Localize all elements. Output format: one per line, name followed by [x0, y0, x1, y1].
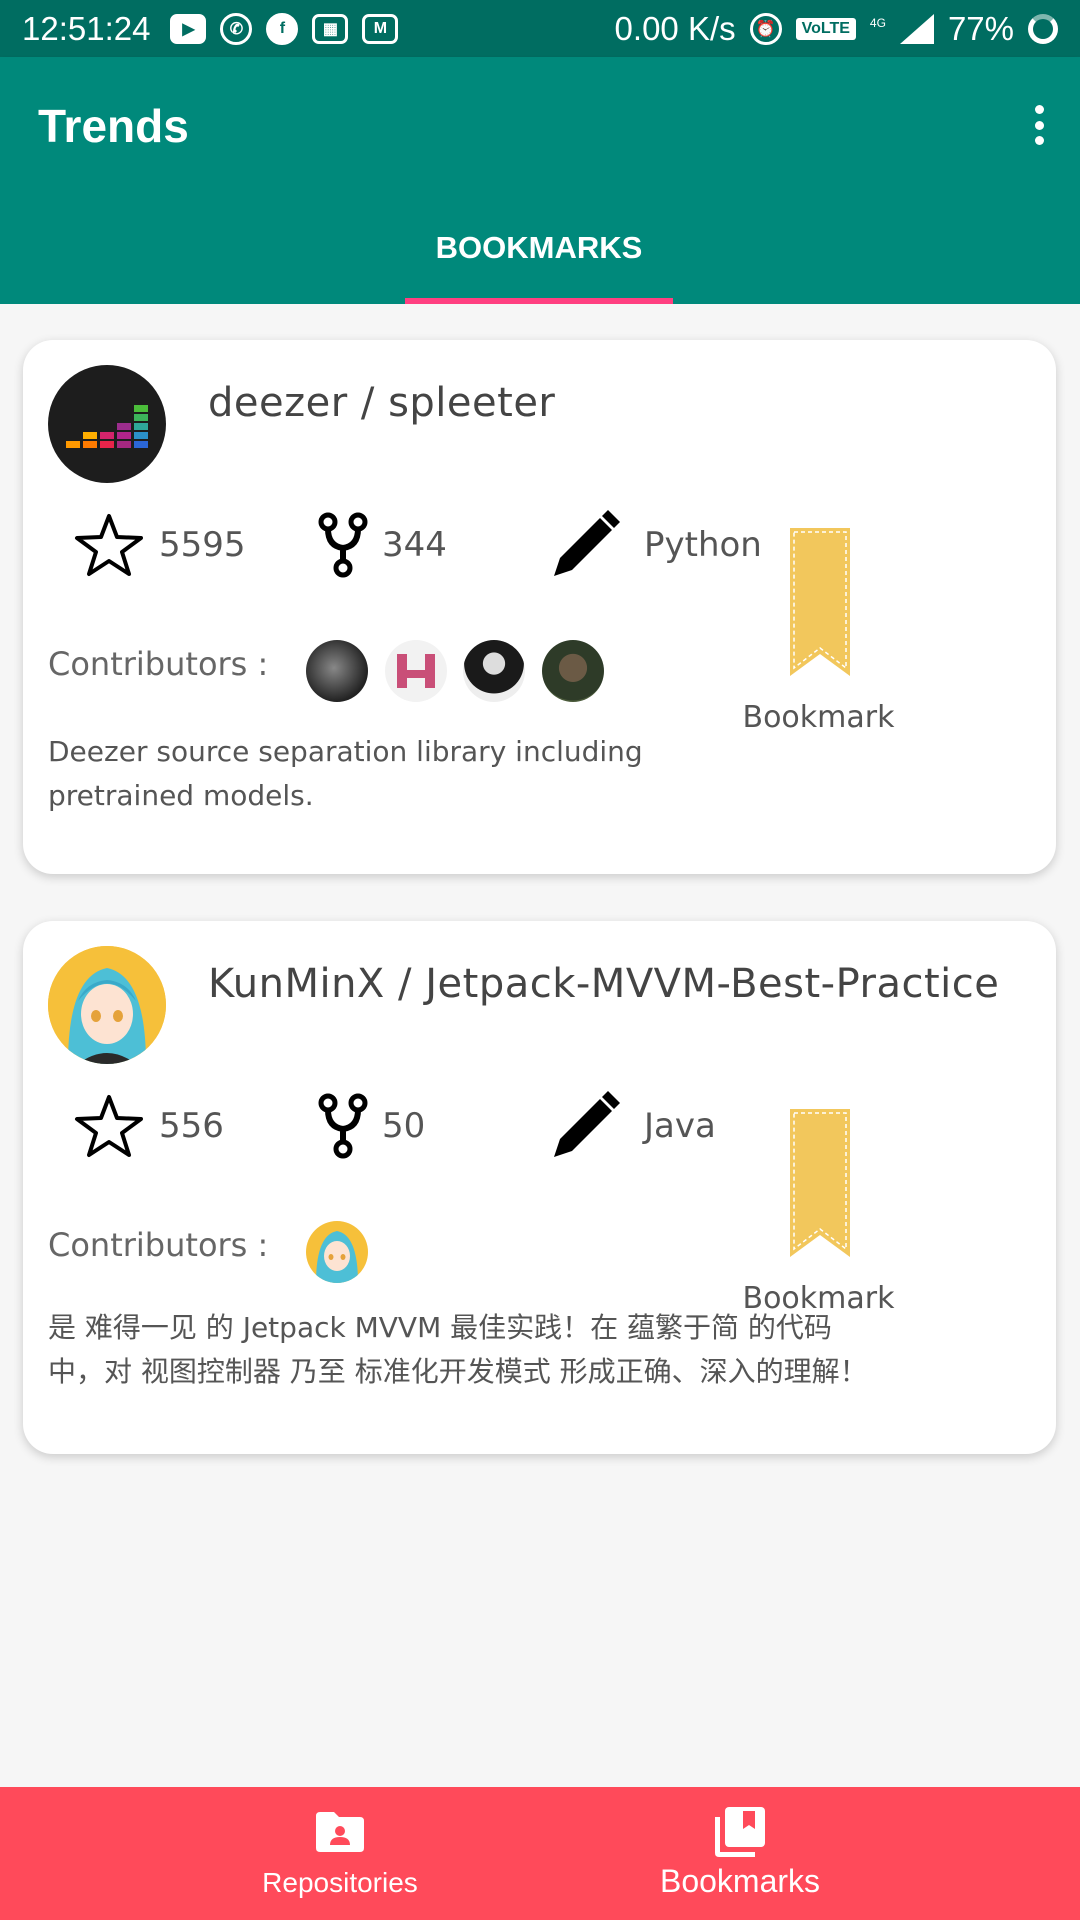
language-stat: Python: [548, 510, 762, 580]
repo-avatar: [48, 365, 166, 483]
bookmark-ribbon-icon: [790, 1109, 850, 1257]
star-icon: [75, 1095, 143, 1157]
volte-icon: VoLTE: [795, 17, 856, 40]
star-icon: [75, 514, 143, 576]
gmail-icon: M: [362, 13, 399, 44]
library-books-icon: [715, 1807, 765, 1857]
repo-card[interactable]: KunMinX / Jetpack-MVVM-Best-Practice 556…: [23, 921, 1056, 1454]
pen-icon: [554, 1091, 620, 1157]
repo-avatar: [48, 946, 166, 1064]
contributor-avatar[interactable]: [385, 640, 447, 702]
nav-repositories[interactable]: Repositories: [200, 1787, 480, 1920]
tab-indicator: [405, 298, 673, 304]
contributors-label: Contributors :: [48, 1226, 269, 1264]
contributors-label: Contributors :: [48, 645, 269, 683]
youtube-icon: ▶: [170, 13, 207, 44]
contributor-avatar[interactable]: [463, 640, 525, 702]
repo-name[interactable]: KunMinX / Jetpack-MVVM-Best-Practice: [208, 961, 999, 1007]
fork-icon: [318, 1093, 368, 1159]
stars-count: 5595: [159, 525, 246, 565]
net-speed: 0.00 K/s: [614, 9, 736, 47]
signal-icon: [899, 13, 934, 44]
forks-stat: 50: [318, 1091, 425, 1161]
forks-count: 50: [382, 1106, 426, 1146]
repo-description: Deezer source separation library includi…: [48, 735, 643, 812]
overflow-menu-icon[interactable]: [1024, 101, 1054, 149]
facebook-icon: f: [266, 12, 299, 45]
folder-person-icon: [316, 1812, 364, 1852]
language: Java: [644, 1106, 716, 1146]
nav-label: Bookmarks: [659, 1863, 821, 1899]
repo-card[interactable]: deezer / spleeter 5595 344 Python Contri…: [23, 340, 1056, 874]
repo-description: 是 难得一见 的 Jetpack MVVM 最佳实践！在 蕴繁于简 的代码中，对…: [48, 1311, 868, 1388]
bookmark-button[interactable]: Bookmark: [741, 1109, 896, 1319]
fork-icon: [318, 512, 368, 578]
forks-count: 344: [382, 525, 447, 565]
alarm-icon: ⏰: [749, 12, 782, 45]
calculator-icon: ▦: [312, 13, 349, 44]
nav-bookmarks[interactable]: Bookmarks: [600, 1787, 880, 1920]
battery-icon: [1028, 13, 1058, 44]
stars-count: 556: [159, 1106, 224, 1146]
bookmark-label: Bookmark: [742, 700, 895, 735]
notification-icons: ▶ ✆ f ▦ M: [170, 12, 399, 45]
whatsapp-icon: ✆: [220, 12, 253, 45]
forks-stat: 344: [318, 510, 447, 580]
contributor-avatar[interactable]: [542, 640, 604, 702]
app-title: Trends: [38, 100, 189, 152]
bookmark-button[interactable]: Bookmark: [741, 528, 896, 738]
nav-label: Repositories: [262, 1867, 418, 1898]
contributor-avatar[interactable]: [306, 1221, 368, 1283]
contributor-avatar[interactable]: [306, 640, 368, 702]
stars-stat: 556: [73, 1091, 224, 1161]
stars-stat: 5595: [73, 510, 246, 580]
app-bar: Trends: [0, 57, 1080, 192]
language-stat: Java: [548, 1091, 716, 1161]
bottom-navigation: Repositories Bookmarks: [0, 1787, 1080, 1920]
tab-bookmarks[interactable]: BOOKMARKS: [405, 192, 673, 304]
status-time: 12:51:24: [22, 9, 151, 47]
battery-percent: 77%: [947, 9, 1014, 47]
tab-bar: BOOKMARKS: [0, 192, 1080, 304]
bookmark-label: Bookmark: [742, 1281, 895, 1316]
status-bar: 12:51:24 ▶ ✆ f ▦ M 0.00 K/s ⏰ VoLTE 4G 7…: [0, 0, 1080, 57]
network-type: 4G: [869, 15, 886, 30]
bookmark-ribbon-icon: [790, 528, 850, 676]
repo-name[interactable]: deezer / spleeter: [208, 380, 555, 426]
pen-icon: [554, 510, 620, 576]
